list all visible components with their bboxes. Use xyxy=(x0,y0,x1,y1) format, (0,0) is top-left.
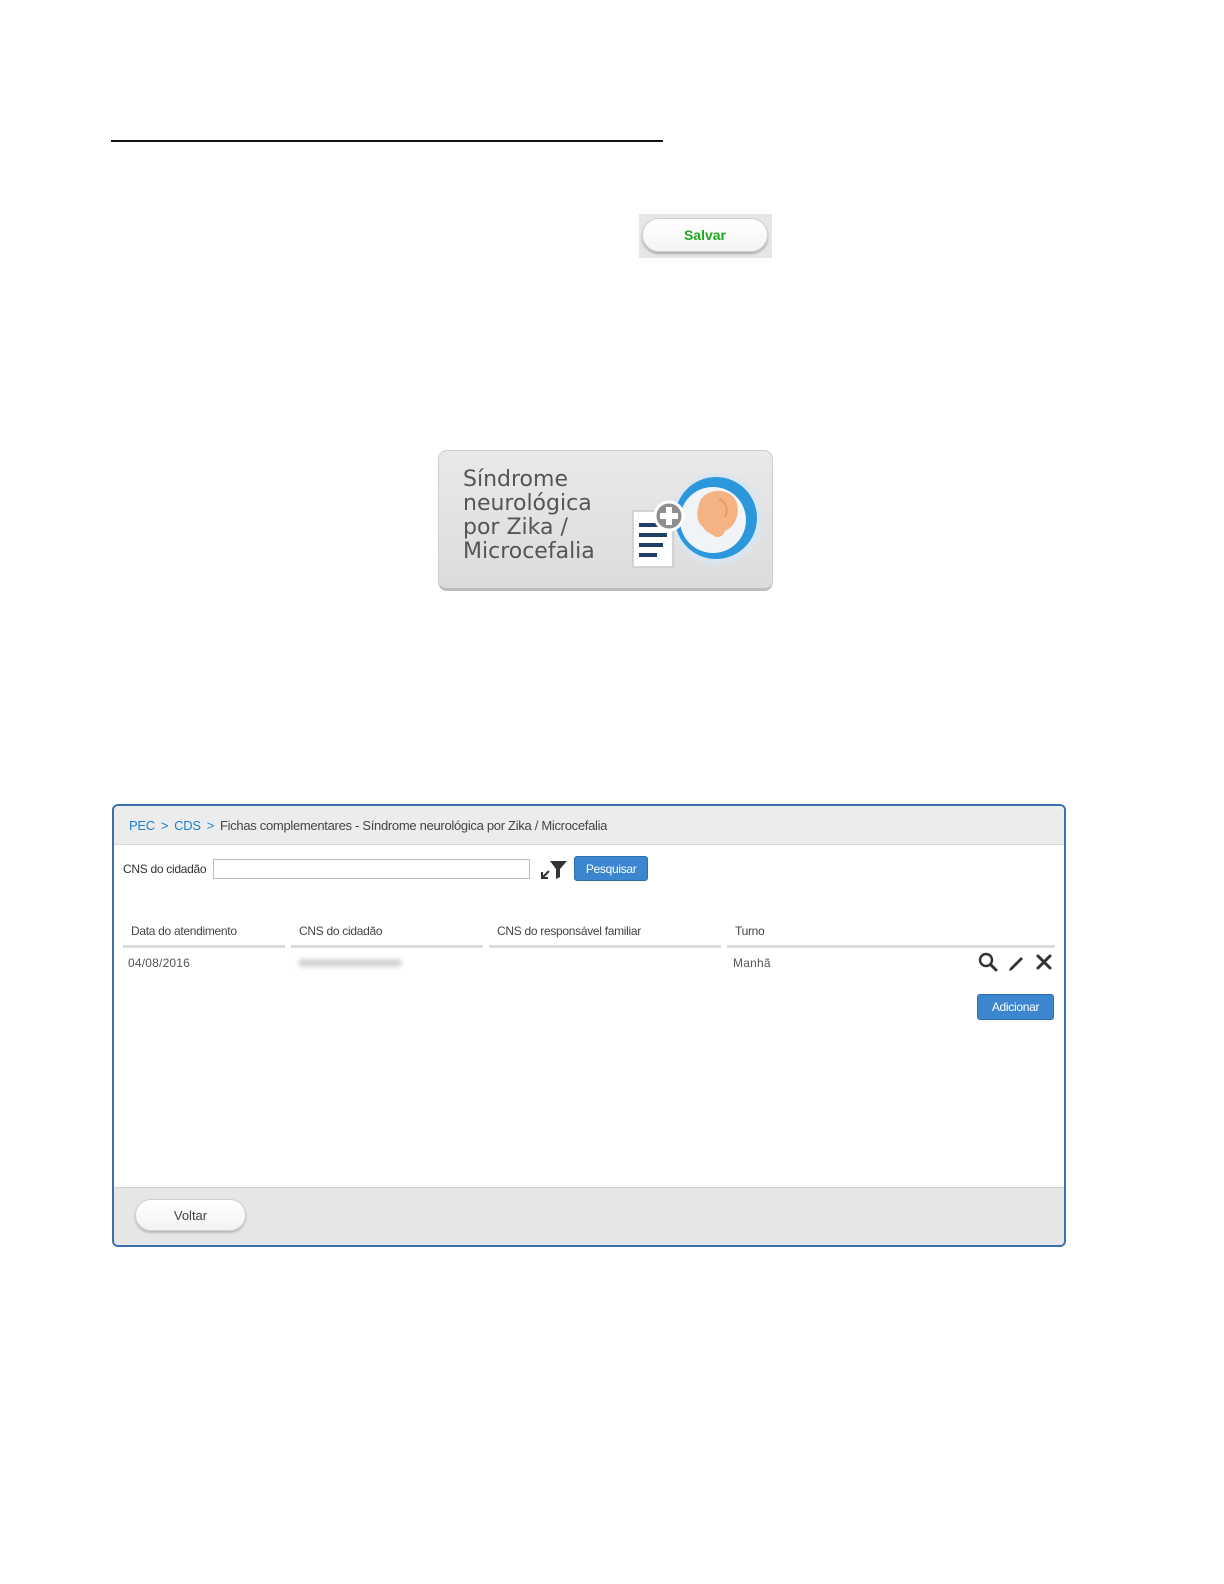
app-window: PEC > CDS > Fichas complementares - Sínd… xyxy=(112,804,1066,1247)
cell-cns-cidadao-redacted xyxy=(298,959,402,967)
breadcrumb-link-pec[interactable]: PEC xyxy=(129,818,155,833)
row-actions xyxy=(978,952,1054,972)
breadcrumb: PEC > CDS > Fichas complementares - Sínd… xyxy=(114,806,1064,845)
tile-title-line: neurológica xyxy=(463,491,592,516)
add-button[interactable]: Adicionar xyxy=(977,994,1054,1020)
horizontal-rule xyxy=(111,140,663,142)
breadcrumb-separator: > xyxy=(206,817,215,833)
column-header-data-atendimento[interactable]: Data do atendimento xyxy=(123,924,285,948)
column-header-cns-responsavel[interactable]: CNS do responsável familiar xyxy=(489,924,721,948)
tile-title-line: Síndrome xyxy=(463,467,568,492)
cell-turno: Manhã xyxy=(733,956,771,970)
search-button[interactable]: Pesquisar xyxy=(574,856,649,881)
breadcrumb-link-cds[interactable]: CDS xyxy=(174,818,201,833)
edit-icon[interactable] xyxy=(1006,952,1026,972)
tile-title-line: Microcefalia xyxy=(463,539,595,564)
search-icon[interactable] xyxy=(978,952,998,972)
save-button-snippet: Salvar xyxy=(639,214,772,258)
tile-title-line: por Zika / xyxy=(463,515,568,540)
back-button[interactable]: Voltar xyxy=(135,1199,246,1231)
search-label: CNS do cidadão xyxy=(123,861,207,876)
column-header-cns-cidadao[interactable]: CNS do cidadão xyxy=(291,924,483,948)
search-row: CNS do cidadão Pesquisar xyxy=(123,856,649,881)
zika-microcefalia-tile[interactable]: Síndrome neurológica por Zika / Microcef… xyxy=(438,450,773,591)
cns-search-input[interactable] xyxy=(213,858,531,879)
zika-microcefalia-record-icon xyxy=(632,473,761,568)
cell-data-atendimento: 04/08/2016 xyxy=(128,956,191,970)
breadcrumb-separator: > xyxy=(160,817,169,833)
save-button[interactable]: Salvar xyxy=(642,218,768,252)
tile-title: Síndrome neurológica por Zika / Microcef… xyxy=(463,468,613,564)
delete-icon[interactable] xyxy=(1034,952,1054,972)
breadcrumb-current: Fichas complementares - Síndrome neuroló… xyxy=(220,817,608,833)
footer-bar: Voltar xyxy=(114,1187,1064,1245)
column-header-turno[interactable]: Turno xyxy=(727,924,1055,948)
filter-icon[interactable] xyxy=(540,858,568,880)
